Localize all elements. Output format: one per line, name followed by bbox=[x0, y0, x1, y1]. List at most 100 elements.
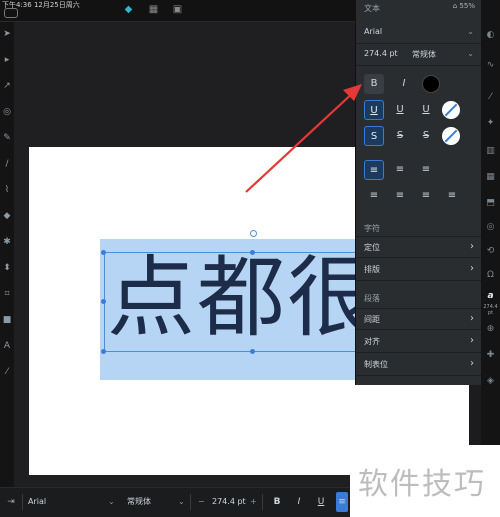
bottom-underline-button[interactable]: U bbox=[312, 492, 330, 512]
fill-tool-icon[interactable]: ◆ bbox=[1, 210, 13, 222]
transparency-tool-icon[interactable]: ⬍ bbox=[1, 262, 13, 274]
eyedropper-tool-icon[interactable]: ⁄ bbox=[1, 366, 13, 378]
tab-stops-label: 制表位 bbox=[364, 360, 388, 369]
strike-double-button[interactable]: S bbox=[390, 126, 410, 146]
stroke-icon[interactable]: ∿ bbox=[485, 60, 496, 71]
pencil-tool-icon[interactable]: / bbox=[1, 158, 13, 170]
strike-thick-button[interactable]: S bbox=[416, 126, 436, 146]
shape-tool-icon[interactable]: ■ bbox=[1, 314, 13, 326]
rotate-handle[interactable] bbox=[250, 230, 257, 237]
alignment-label: 对齐 bbox=[364, 337, 380, 346]
chevron-down-icon: ⌄ bbox=[467, 27, 474, 36]
chevron-right-icon: › bbox=[470, 241, 474, 252]
underline-color-none-swatch[interactable] bbox=[442, 101, 460, 119]
resize-handle-top-left[interactable] bbox=[101, 250, 106, 255]
font-size-style-row: 274.4 pt 常规体 ⌄ bbox=[356, 44, 482, 66]
chevron-down-icon: ⌄ bbox=[108, 497, 115, 506]
brush-icon[interactable]: ⁄ bbox=[485, 92, 496, 103]
watermark-text: 软件技巧 bbox=[358, 467, 486, 502]
resize-handle-bottom[interactable] bbox=[250, 349, 255, 354]
crop-tool-icon[interactable]: ⌗ bbox=[1, 288, 13, 300]
selection-bounding-box bbox=[104, 252, 360, 352]
font-size-label: 274.4 pt bbox=[483, 304, 498, 316]
text-frame-icon[interactable]: ⇥ bbox=[2, 492, 20, 512]
typography-row[interactable]: 排版 › bbox=[356, 259, 482, 281]
bottom-font-size[interactable]: 274.4 pt bbox=[212, 493, 246, 511]
watermark-box: 软件技巧 bbox=[350, 445, 500, 517]
corner-tool-icon[interactable]: ↗ bbox=[1, 80, 13, 92]
text-panel: 文本 ⌂ 55% Arial ⌄ 274.4 pt 常规体 ⌄ B I U U … bbox=[355, 0, 482, 385]
navigator-icon[interactable]: ◎ bbox=[485, 222, 496, 233]
panel-title: 文本 bbox=[364, 4, 380, 13]
styles-icon[interactable]: ▥ bbox=[485, 146, 496, 157]
resize-handle-top[interactable] bbox=[250, 250, 255, 255]
justify-all-button[interactable]: ≡ bbox=[442, 186, 462, 206]
bottom-italic-button[interactable]: I bbox=[290, 492, 308, 512]
arrow-shaft bbox=[245, 89, 357, 193]
chevron-right-icon: › bbox=[470, 335, 474, 346]
swatches-icon[interactable]: ▦ bbox=[485, 172, 496, 183]
chevron-down-icon: ⌄ bbox=[178, 497, 185, 506]
back-button[interactable] bbox=[4, 8, 18, 18]
strike-color-none-swatch[interactable] bbox=[442, 127, 460, 145]
align-center-button[interactable]: ≡ bbox=[390, 160, 410, 180]
justify-center-button[interactable]: ≡ bbox=[390, 186, 410, 206]
right-studio-strip: ◐ ∿ ⁄ ✦ ▥ ▦ ⬒ ◎ ⟲ Ω a 274.4 pt ⊕ ✚ ◈ bbox=[481, 0, 500, 445]
font-family-value: Arial bbox=[364, 27, 383, 36]
designer-persona-icon[interactable]: ◆ bbox=[123, 4, 134, 15]
app-window: 下午4:36 12月25日周六 ◆ ▦ ▣ ➤ ▸ ↗ ◎ ✎ / ⌇ ◆ ✱ … bbox=[0, 0, 500, 517]
spacing-label: 间距 bbox=[364, 315, 380, 324]
resize-handle-left[interactable] bbox=[101, 299, 106, 304]
underline-double-button[interactable]: U bbox=[390, 100, 410, 120]
anchor-icon[interactable]: ⊕ bbox=[485, 324, 496, 335]
gradient-tool-icon[interactable]: ✱ bbox=[1, 236, 13, 248]
bottom-font-family[interactable]: Arial bbox=[28, 493, 46, 511]
text-color-swatch[interactable] bbox=[422, 75, 440, 93]
annotation-arrow bbox=[245, 84, 362, 193]
glyph-icon[interactable]: Ω bbox=[485, 270, 496, 281]
typography-label: 排版 bbox=[364, 265, 380, 274]
bottom-bold-button[interactable]: B bbox=[268, 492, 286, 512]
left-tool-strip: ➤ ▸ ↗ ◎ ✎ / ⌇ ◆ ✱ ⬍ ⌗ ■ A ⁄ bbox=[0, 22, 14, 487]
snapping-icon[interactable]: ◈ bbox=[485, 376, 496, 387]
point-transform-icon[interactable]: ◎ bbox=[1, 106, 13, 118]
export-persona-icon[interactable]: ▣ bbox=[172, 4, 183, 15]
transform-icon[interactable]: ⬒ bbox=[485, 198, 496, 209]
divider bbox=[190, 494, 191, 510]
italic-button[interactable]: I bbox=[394, 74, 414, 94]
bottom-align-button[interactable]: ≡ bbox=[336, 492, 348, 512]
chevron-right-icon: › bbox=[470, 313, 474, 324]
font-size-value[interactable]: 274.4 pt bbox=[364, 49, 398, 58]
justify-right-button[interactable]: ≡ bbox=[416, 186, 436, 206]
top-toolbar: 下午4:36 12月25日周六 ◆ ▦ ▣ bbox=[0, 0, 355, 22]
tab-stops-row[interactable]: 制表位 › bbox=[356, 354, 482, 376]
text-studio-icon[interactable]: a bbox=[485, 291, 496, 302]
chevron-right-icon: › bbox=[470, 263, 474, 274]
node-tool-icon[interactable]: ▸ bbox=[1, 54, 13, 66]
alignment-row[interactable]: 对齐 › bbox=[356, 331, 482, 353]
character-section-title: 字符 bbox=[364, 224, 380, 233]
history-icon[interactable]: ⟲ bbox=[485, 246, 496, 257]
chevron-down-icon: ⌄ bbox=[467, 49, 474, 58]
layers-icon[interactable]: ◐ bbox=[485, 30, 496, 41]
resize-handle-bottom-left[interactable] bbox=[101, 349, 106, 354]
underline-thick-button[interactable]: U bbox=[416, 100, 436, 120]
font-family-dropdown[interactable]: Arial ⌄ bbox=[356, 22, 482, 44]
divider bbox=[22, 494, 23, 510]
constraints-icon[interactable]: ✚ bbox=[485, 350, 496, 361]
pixel-persona-icon[interactable]: ▦ bbox=[148, 4, 159, 15]
align-right-button[interactable]: ≡ bbox=[416, 160, 436, 180]
font-style-value[interactable]: 常规体 bbox=[412, 49, 436, 60]
decrease-size-button[interactable]: − bbox=[198, 493, 205, 511]
move-tool-icon[interactable]: ➤ bbox=[1, 28, 13, 40]
positioning-row[interactable]: 定位 › bbox=[356, 236, 482, 258]
brush-tool-icon[interactable]: ⌇ bbox=[1, 184, 13, 196]
bottom-font-style[interactable]: 常规体 bbox=[127, 493, 151, 511]
increase-size-button[interactable]: + bbox=[250, 493, 257, 511]
spacing-row[interactable]: 间距 › bbox=[356, 308, 482, 330]
bottom-context-toolbar: ⇥ Arial ⌄ 常规体 ⌄ − 274.4 pt + B I U ≡ bbox=[0, 487, 350, 517]
effects-icon[interactable]: ✦ bbox=[485, 118, 496, 129]
text-tool-icon[interactable]: A bbox=[1, 340, 13, 352]
chevron-right-icon: › bbox=[470, 358, 474, 369]
pen-tool-icon[interactable]: ✎ bbox=[1, 132, 13, 144]
